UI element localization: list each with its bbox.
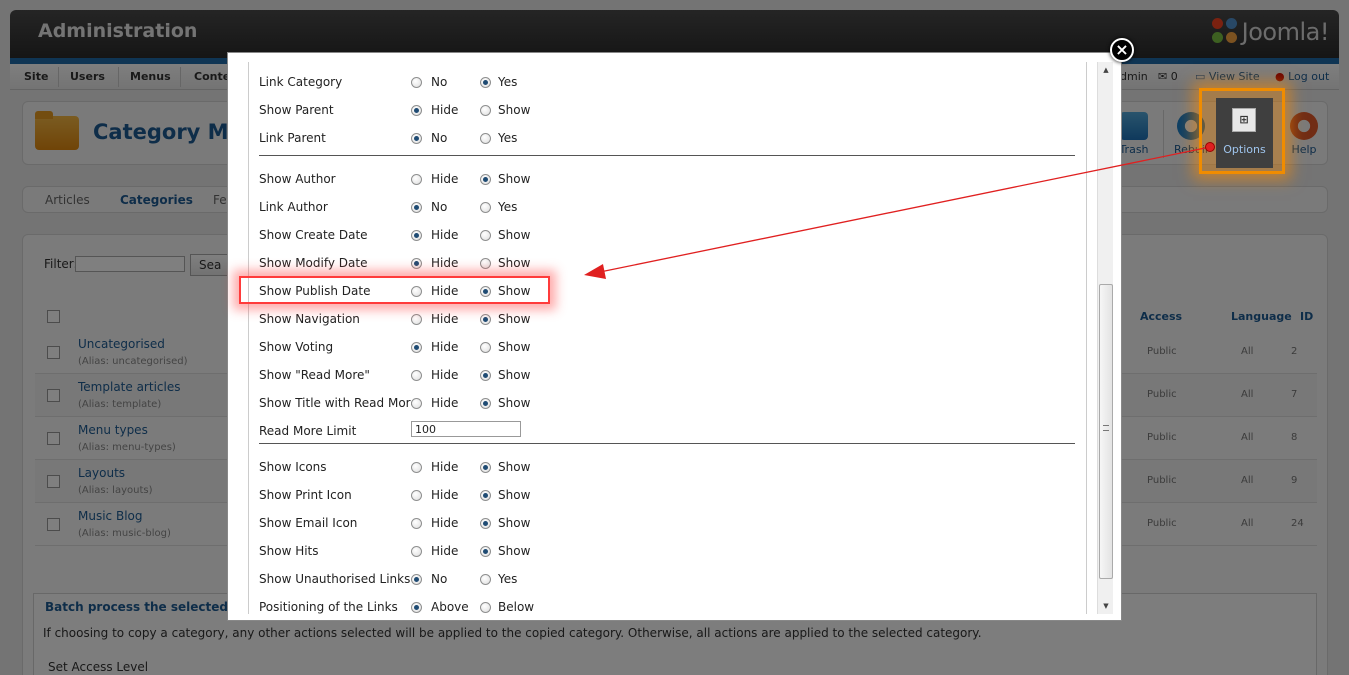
annotation-arrow	[584, 142, 1215, 279]
